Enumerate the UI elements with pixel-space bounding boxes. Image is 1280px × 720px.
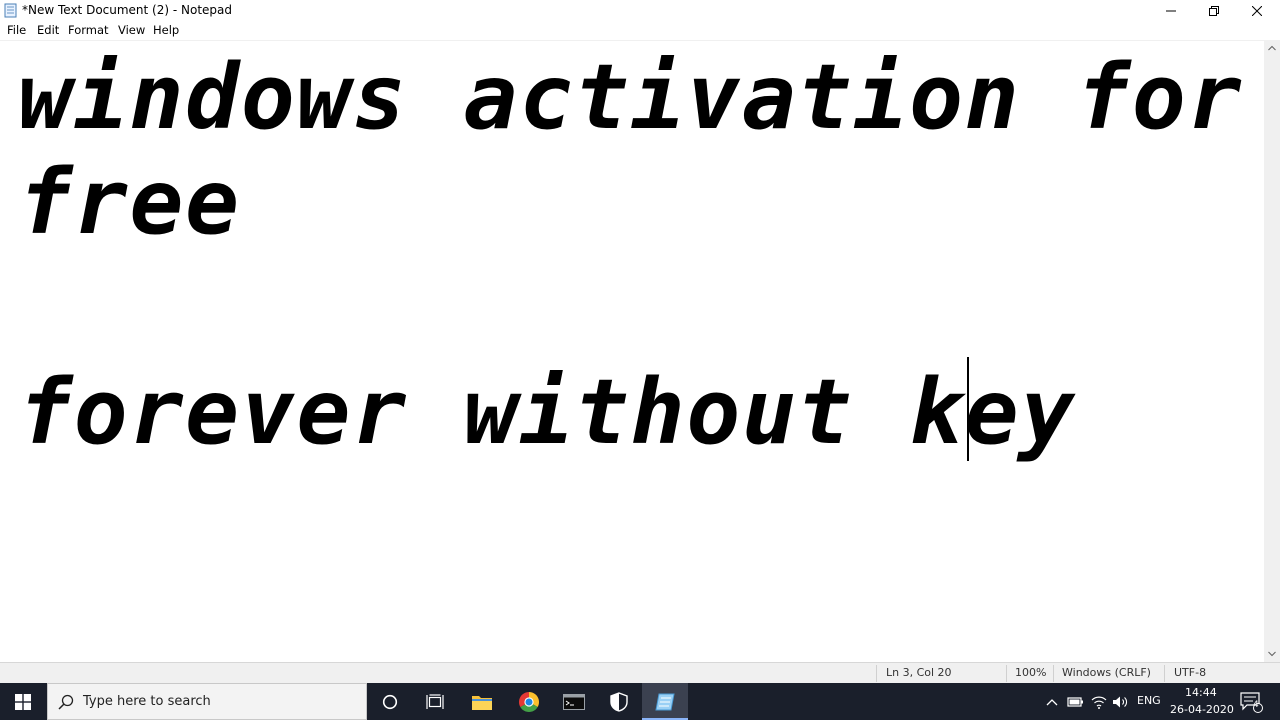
minimize-button[interactable] <box>1148 0 1194 21</box>
scroll-down-button[interactable] <box>1264 646 1280 662</box>
windows-start-icon <box>15 693 31 710</box>
cortana-icon <box>382 694 398 709</box>
taskbar-search-box[interactable]: Type here to search <box>47 683 367 720</box>
task-view-button[interactable] <box>412 683 458 720</box>
action-center-button[interactable]: 4 <box>1236 683 1266 720</box>
taskbar: Type here to search ENG 14:44 26-04-2020… <box>0 683 1280 720</box>
close-icon <box>1252 5 1262 16</box>
notepad-taskbar-button[interactable] <box>642 683 688 720</box>
status-divider <box>1053 665 1054 682</box>
status-bar: Ln 3, Col 20 100% Windows (CRLF) UTF-8 <box>0 662 1280 683</box>
cortana-button[interactable] <box>368 683 412 720</box>
network-button[interactable] <box>1088 683 1110 720</box>
menu-format[interactable]: Format <box>68 23 109 37</box>
start-button[interactable] <box>0 683 46 720</box>
scroll-up-button[interactable] <box>1264 40 1280 56</box>
chevron-down-icon <box>1268 651 1276 657</box>
input-language[interactable]: ENG <box>1137 694 1161 707</box>
chevron-up-icon <box>1046 698 1058 705</box>
wifi-icon <box>1091 696 1107 709</box>
battery-button[interactable] <box>1064 683 1086 720</box>
security-button[interactable] <box>596 683 642 720</box>
cursor-position: Ln 3, Col 20 <box>886 666 952 679</box>
show-hidden-icons-button[interactable] <box>1042 683 1062 720</box>
file-explorer-button[interactable] <box>458 683 506 720</box>
encoding: UTF-8 <box>1174 666 1207 679</box>
status-divider <box>1006 665 1007 682</box>
notepad-app-icon <box>4 3 17 18</box>
notification-icon <box>1240 691 1263 713</box>
file-explorer-icon <box>472 695 492 710</box>
chrome-button[interactable] <box>506 683 552 720</box>
restore-icon <box>1209 5 1219 16</box>
editor-line-1: windows activation for <box>18 45 1244 150</box>
chevron-up-icon <box>1268 45 1276 51</box>
text-caret <box>967 357 969 461</box>
notification-count: 4 <box>1253 700 1259 710</box>
status-divider <box>1164 665 1165 682</box>
task-view-icon <box>426 693 444 709</box>
volume-button[interactable] <box>1110 683 1132 720</box>
window-title: *New Text Document (2) - Notepad <box>22 3 233 17</box>
close-button[interactable] <box>1234 0 1280 21</box>
editor-line-4: forever without key <box>18 360 1077 465</box>
restore-button[interactable] <box>1191 0 1237 21</box>
menu-help[interactable]: Help <box>153 23 179 37</box>
status-divider <box>876 665 877 682</box>
clock-date[interactable]: 26-04-2020 <box>1170 703 1234 716</box>
notepad-icon <box>655 693 675 710</box>
title-bar: *New Text Document (2) - Notepad <box>0 0 1280 21</box>
menu-edit[interactable]: Edit <box>37 23 59 37</box>
search-icon <box>58 694 74 710</box>
volume-icon <box>1113 696 1127 707</box>
terminal-button[interactable] <box>552 683 596 720</box>
line-ending: Windows (CRLF) <box>1062 666 1151 679</box>
menu-view[interactable]: View <box>118 23 145 37</box>
minimize-icon <box>1166 10 1176 11</box>
vertical-scrollbar[interactable] <box>1264 40 1280 662</box>
search-placeholder: Type here to search <box>83 694 211 709</box>
menu-file[interactable]: File <box>7 23 26 37</box>
clock-time[interactable]: 14:44 <box>1185 686 1217 699</box>
text-editor[interactable]: windows activation for free forever with… <box>0 40 1264 662</box>
zoom-level: 100% <box>1015 666 1047 679</box>
battery-icon <box>1067 696 1083 707</box>
menu-bar: File Edit Format View Help <box>0 21 1280 40</box>
editor-line-2: free <box>18 150 241 255</box>
chrome-icon <box>519 691 539 712</box>
security-icon <box>610 691 628 712</box>
terminal-icon <box>563 693 585 710</box>
